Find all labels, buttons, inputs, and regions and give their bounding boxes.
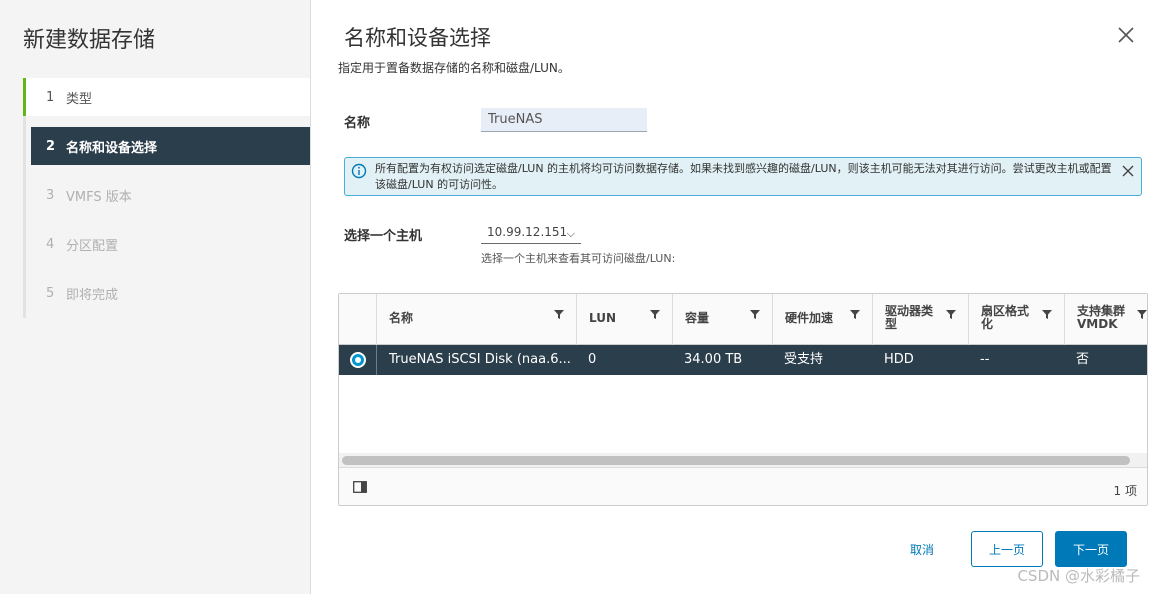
column-header-label: 容量 <box>685 311 710 325</box>
filter-icon[interactable] <box>1042 309 1052 319</box>
host-label: 选择一个主机 <box>344 229 423 244</box>
wizard-title: 新建数据存储 <box>23 28 156 53</box>
column-header-label: 扇区格式 化 <box>981 305 1029 331</box>
close-icon[interactable] <box>1116 25 1136 45</box>
column-header-drive-type[interactable]: 驱动器类 型 <box>872 294 968 345</box>
column-header-lun[interactable]: LUN <box>576 294 672 345</box>
page-title: 名称和设备选择 <box>344 26 491 50</box>
host-select-value: 10.99.12.151 <box>487 225 568 239</box>
column-header-line: 化 <box>981 317 994 331</box>
step-label: 名称和设备选择 <box>66 140 158 156</box>
column-header-line: 支持集群 <box>1077 304 1126 318</box>
filter-icon[interactable] <box>554 309 564 319</box>
chevron-down-icon: ⌵ <box>566 227 575 240</box>
disk-grid: 名称 LUN 容量 硬件加速 驱动器类 型 扇区格式 化 支持集群 VMDK T… <box>338 293 1148 506</box>
step-number: 1 <box>46 89 55 105</box>
column-header-label: 支持集群 VMDK <box>1077 305 1125 331</box>
row-radio-button[interactable] <box>350 352 366 368</box>
page-subtitle: 指定用于置备数据存储的名称和磁盘/LUN。 <box>338 61 570 75</box>
back-button[interactable]: 上一页 <box>971 531 1043 567</box>
name-input[interactable] <box>481 108 647 132</box>
step-type[interactable]: 1 类型 <box>23 78 310 116</box>
host-hint: 选择一个主机来查看其可访问磁盘/LUN: <box>481 252 676 265</box>
column-header-label: 驱动器类 型 <box>885 305 933 331</box>
column-toggle-icon[interactable] <box>353 481 367 493</box>
filter-icon[interactable] <box>850 309 860 319</box>
column-header-label: 名称 <box>389 311 414 325</box>
step-vmfs-version: 3 VMFS 版本 <box>23 176 310 214</box>
step-name-device[interactable]: 2 名称和设备选择 <box>31 127 310 165</box>
cell-name: TrueNAS iSCSI Disk (naa.6... <box>376 345 576 375</box>
column-header-cluster-vmdk[interactable]: 支持集群 VMDK <box>1064 294 1147 345</box>
filter-icon[interactable] <box>1137 309 1147 319</box>
next-button[interactable]: 下一页 <box>1055 531 1127 567</box>
column-header-line: VMDK <box>1077 317 1118 331</box>
step-label: 分区配置 <box>66 238 119 254</box>
cell-drive-type: HDD <box>884 352 914 367</box>
step-number: 3 <box>46 187 55 203</box>
grid-select-column <box>339 294 376 345</box>
wizard-sidebar: 新建数据存储 1 类型 2 名称和设备选择 3 VMFS 版本 4 分区配置 5… <box>0 0 311 594</box>
info-icon <box>351 163 367 179</box>
watermark: CSDN @水彩橘子 <box>1017 567 1140 585</box>
alert-close-icon[interactable] <box>1121 164 1135 178</box>
filter-icon[interactable] <box>946 309 956 319</box>
step-ready-complete: 5 即将完成 <box>23 274 310 312</box>
column-header-line: 型 <box>885 317 898 331</box>
step-label: VMFS 版本 <box>66 189 132 205</box>
wizard-steps: 1 类型 2 名称和设备选择 3 VMFS 版本 4 分区配置 5 即将完成 <box>23 78 310 323</box>
info-alert: 所有配置为有权访问选定磁盘/LUN 的主机将均可访问数据存储。如果未找到感兴趣的… <box>344 157 1142 196</box>
wizard-main: 名称和设备选择 指定用于置备数据存储的名称和磁盘/LUN。 名称 所有配置为有权… <box>311 0 1154 594</box>
cancel-button[interactable]: 取消 <box>889 531 955 567</box>
column-header-name[interactable]: 名称 <box>376 294 576 345</box>
step-partition-config: 4 分区配置 <box>23 225 310 263</box>
cell-lun: 0 <box>588 352 597 367</box>
filter-icon[interactable] <box>750 309 760 319</box>
column-header-line: 扇区格式 <box>981 304 1030 318</box>
column-header-line: 驱动器类 <box>885 304 934 318</box>
table-row[interactable]: TrueNAS iSCSI Disk (naa.6... 0 34.00 TB … <box>339 345 1147 375</box>
horizontal-scrollbar[interactable] <box>339 453 1147 467</box>
column-header-label: LUN <box>589 311 617 325</box>
step-label: 类型 <box>66 91 93 107</box>
grid-footer: 1 项 <box>339 467 1147 505</box>
host-select[interactable]: 10.99.12.151 ⌵ <box>481 222 581 244</box>
column-header-label: 硬件加速 <box>785 311 834 325</box>
filter-icon[interactable] <box>650 309 660 319</box>
column-header-hw-accel[interactable]: 硬件加速 <box>772 294 872 345</box>
column-header-capacity[interactable]: 容量 <box>672 294 772 345</box>
cell-hw-accel: 受支持 <box>784 352 824 367</box>
grid-header: 名称 LUN 容量 硬件加速 驱动器类 型 扇区格式 化 支持集群 VMDK <box>339 294 1147 345</box>
cell-sector-format: -- <box>980 352 990 367</box>
step-label: 即将完成 <box>66 287 119 303</box>
step-number: 5 <box>46 285 55 301</box>
name-label: 名称 <box>344 116 371 131</box>
scrollbar-thumb[interactable] <box>342 456 1130 465</box>
step-number: 2 <box>46 138 56 154</box>
step-number: 4 <box>46 236 55 252</box>
cell-capacity: 34.00 TB <box>684 352 743 367</box>
item-count: 1 项 <box>1113 484 1137 498</box>
cell-cluster-vmdk: 否 <box>1076 352 1090 367</box>
column-header-sector-format[interactable]: 扇区格式 化 <box>968 294 1064 345</box>
alert-text: 所有配置为有权访问选定磁盘/LUN 的主机将均可访问数据存储。如果未找到感兴趣的… <box>375 162 1112 191</box>
